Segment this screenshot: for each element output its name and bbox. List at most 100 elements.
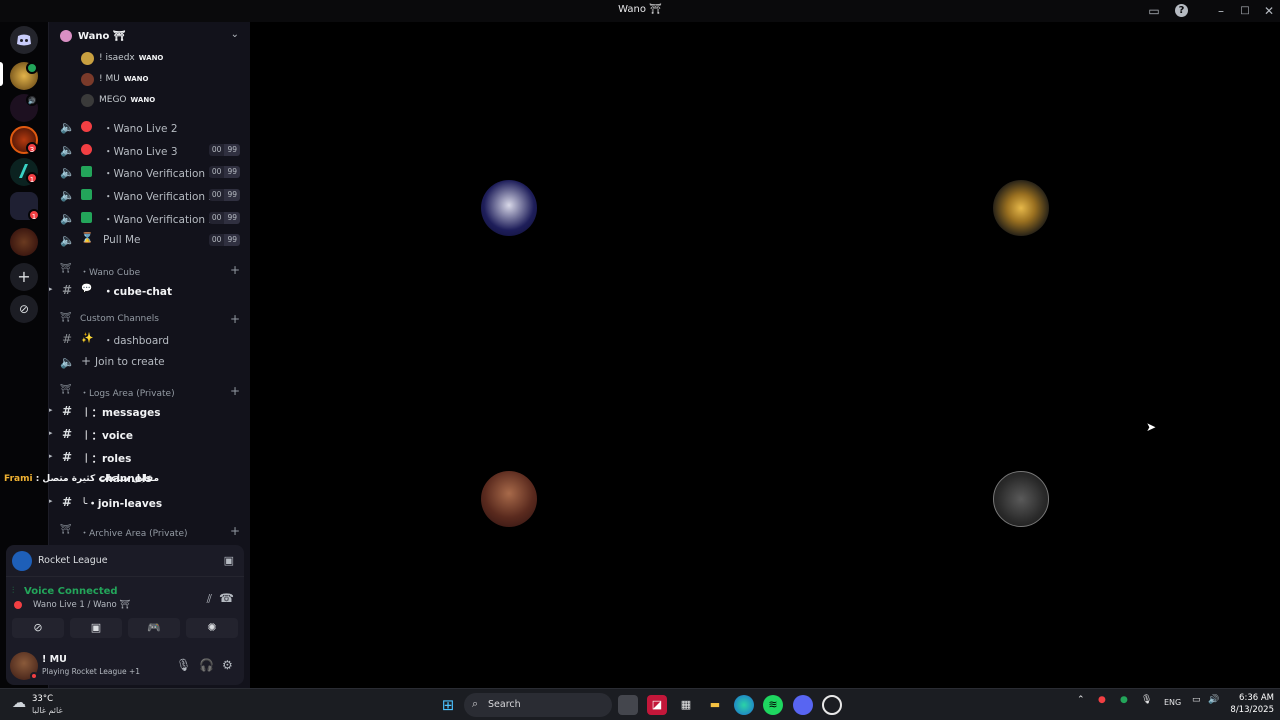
voice-channel-wano-live-3[interactable]: 🔈 ・Wano Live 3 00 99 (49, 140, 251, 160)
voice-channel-wano-live-2[interactable]: 🔈 ・Wano Live 2 (49, 117, 251, 137)
activity-name: Rocket League (38, 555, 108, 566)
edge-icon[interactable] (734, 695, 754, 715)
stream-icon[interactable]: ▣ (224, 554, 234, 567)
headphones-icon[interactable]: 🎧 (199, 658, 214, 672)
folder-badge: 1 (28, 209, 40, 221)
member-name: ! isaedx (99, 53, 135, 63)
hash-icon: # (61, 332, 73, 346)
channel-dashboard[interactable]: # ✨ ・dashboard (49, 329, 251, 349)
channel-join-to-create[interactable]: 🔈 + Join to create (49, 352, 251, 372)
unread-indicator: ▸ (49, 429, 53, 437)
user-status: Playing Rocket League +1 (42, 667, 141, 676)
volume-icon[interactable]: 🔊 (1208, 695, 1219, 705)
status-dot (30, 672, 38, 680)
participant-tile[interactable] (768, 356, 1274, 641)
chevron-up-icon[interactable]: ⌃ (1077, 695, 1085, 705)
guild-header[interactable]: Wano ⛩ ⌄ (49, 22, 251, 52)
avatar (481, 470, 537, 527)
category-label: ・Logs Area (Private) (80, 389, 175, 399)
signal-icon[interactable]: ⫶ (12, 586, 14, 596)
network-icon[interactable]: ▭ (1192, 695, 1201, 705)
disconnect-icon[interactable]: ☎ (219, 591, 234, 605)
minimize-button[interactable]: – (1213, 3, 1229, 19)
tray-app-icon[interactable]: ● (1098, 695, 1106, 705)
amd-icon[interactable]: ◪ (647, 695, 667, 715)
guild-name: Wano ⛩ (78, 31, 126, 42)
noise-suppression-icon[interactable]: ⫽ (207, 592, 212, 607)
discord-icon[interactable] (793, 695, 813, 715)
screen-share-button[interactable]: ▣ (70, 618, 122, 638)
torii-icon: ⛩ (60, 264, 72, 274)
voice-channel-wano-verification-3[interactable]: 🔈 ・Wano Verification 3 00 99 (49, 208, 251, 228)
add-server-icon[interactable]: + (10, 263, 38, 291)
plus-icon: + (81, 354, 92, 368)
microphone-tray-icon[interactable]: 🎙 (1141, 695, 1152, 705)
channel-label: ・dashboard (103, 335, 170, 347)
channel-roles[interactable]: ▸ # ︱：roles (49, 447, 251, 467)
microphone-icon[interactable]: 🎙 (176, 658, 191, 672)
clock[interactable]: 6:36 AM 8/13/2025 (1226, 692, 1274, 716)
add-channel-icon[interactable]: + (230, 384, 240, 398)
category-label: ・Wano Cube (80, 268, 141, 278)
start-icon[interactable]: ⊞ (438, 695, 458, 715)
member-name: ! MU (99, 74, 120, 84)
chrome-icon[interactable] (822, 695, 842, 715)
chevron-down-icon[interactable]: ⌄ (231, 29, 239, 40)
activity-card[interactable]: Rocket League ▣ (6, 545, 244, 577)
folder-icon[interactable]: ▬ (705, 695, 725, 715)
channel-messages[interactable]: ▸ # ︱：messages (49, 401, 251, 421)
channel-join-leaves[interactable]: ▸ # ╰・join-leaves (49, 492, 251, 512)
maximize-button[interactable]: □ (1237, 3, 1253, 19)
close-button[interactable]: ✕ (1261, 3, 1277, 19)
discover-icon[interactable]: ⊘ (10, 295, 38, 323)
voice-member[interactable]: MEGO WANO (49, 91, 251, 111)
camera-off-button[interactable]: ⊘ (12, 618, 64, 638)
soundboard-button[interactable]: ✺ (186, 618, 238, 638)
server-rank[interactable] (10, 228, 38, 256)
sparkles-icon: ✨ (81, 333, 94, 344)
task-view-icon[interactable] (618, 695, 638, 715)
channel-label: ・cube-chat (103, 286, 172, 298)
voice-location[interactable]: Wano Live 1 / Wano ⛩ (33, 600, 130, 610)
search-box[interactable]: ⌕ Search (464, 693, 612, 717)
category-archive-area[interactable]: ⛩ ・Archive Area (Private) + (49, 524, 251, 540)
speaker-icon: 🔈 (60, 188, 75, 202)
add-channel-icon[interactable]: + (230, 312, 240, 326)
channel-cube-chat[interactable]: ▸ # 💬 ・cube-chat (49, 280, 251, 300)
participant-tile[interactable] (256, 356, 762, 641)
channel-label: ︱：roles (81, 453, 132, 465)
avatar (993, 470, 1049, 527)
channel-label: ・Wano Live 2 (103, 123, 178, 135)
unread-indicator: ▸ (49, 406, 53, 414)
category-custom-channels[interactable]: ⛩ Custom Channels + (49, 312, 251, 328)
voice-channel-wano-verification-2[interactable]: 🔈 ・Wano Verification 2 00 99 (49, 185, 251, 205)
category-label: Custom Channels (80, 314, 159, 324)
voice-channel-wano-verification-1[interactable]: 🔈 ・Wano Verification 1 00 99 (49, 162, 251, 182)
settings-icon[interactable]: ⚙ (222, 658, 233, 672)
spotify-icon[interactable]: ≋ (763, 695, 783, 715)
activity-button[interactable]: 🎮 (128, 618, 180, 638)
store-icon[interactable]: ▦ (676, 695, 696, 715)
weather-widget[interactable]: ☁ 33°C غائم غالبا (10, 692, 80, 718)
participant-tile[interactable] (256, 65, 762, 350)
discord-home-icon[interactable] (10, 26, 38, 54)
inbox-icon[interactable]: ▭ (1146, 3, 1162, 19)
voice-member[interactable]: ! isaedx WANO (49, 49, 251, 69)
speaker-icon: 🔈 (60, 211, 75, 225)
voice-member[interactable]: ! MU WANO (49, 70, 251, 90)
user-name: ! MU (42, 654, 67, 665)
voice-channel-pull-me[interactable]: 🔈 ⌛ Pull Me 00 99 (49, 230, 251, 250)
overlay-message: : مقابل ساعات كثيرة متصل (35, 474, 160, 484)
category-wano-cube[interactable]: ⛩ ・Wano Cube + (49, 263, 251, 279)
channel-voice[interactable]: ▸ # ︱：voice (49, 424, 251, 444)
language-indicator[interactable]: ENG (1164, 698, 1181, 707)
add-channel-icon[interactable]: + (230, 263, 240, 277)
help-icon[interactable]: ? (1175, 4, 1188, 17)
participant-tile[interactable] (768, 65, 1274, 350)
hourglass-icon: ⌛ (81, 233, 94, 244)
speaker-icon: 🔊 (26, 94, 38, 106)
tray-status-icon[interactable]: ● (1120, 695, 1128, 705)
category-logs-area[interactable]: ⛩ ・Logs Area (Private) + (49, 384, 251, 400)
add-channel-icon[interactable]: + (230, 524, 240, 538)
check-icon (81, 212, 92, 223)
